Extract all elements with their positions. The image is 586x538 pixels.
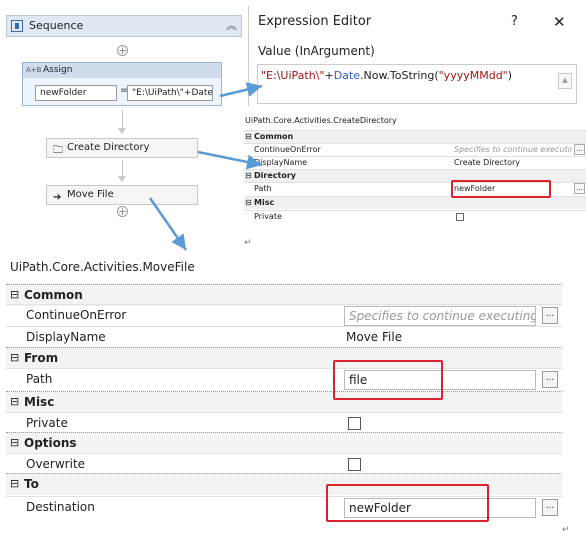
arrow-movefile-to-props	[148, 197, 188, 251]
arrow-directory-to-props	[197, 150, 263, 170]
callout-arrows	[148, 82, 263, 251]
arrow-assign-to-editor	[219, 82, 263, 98]
